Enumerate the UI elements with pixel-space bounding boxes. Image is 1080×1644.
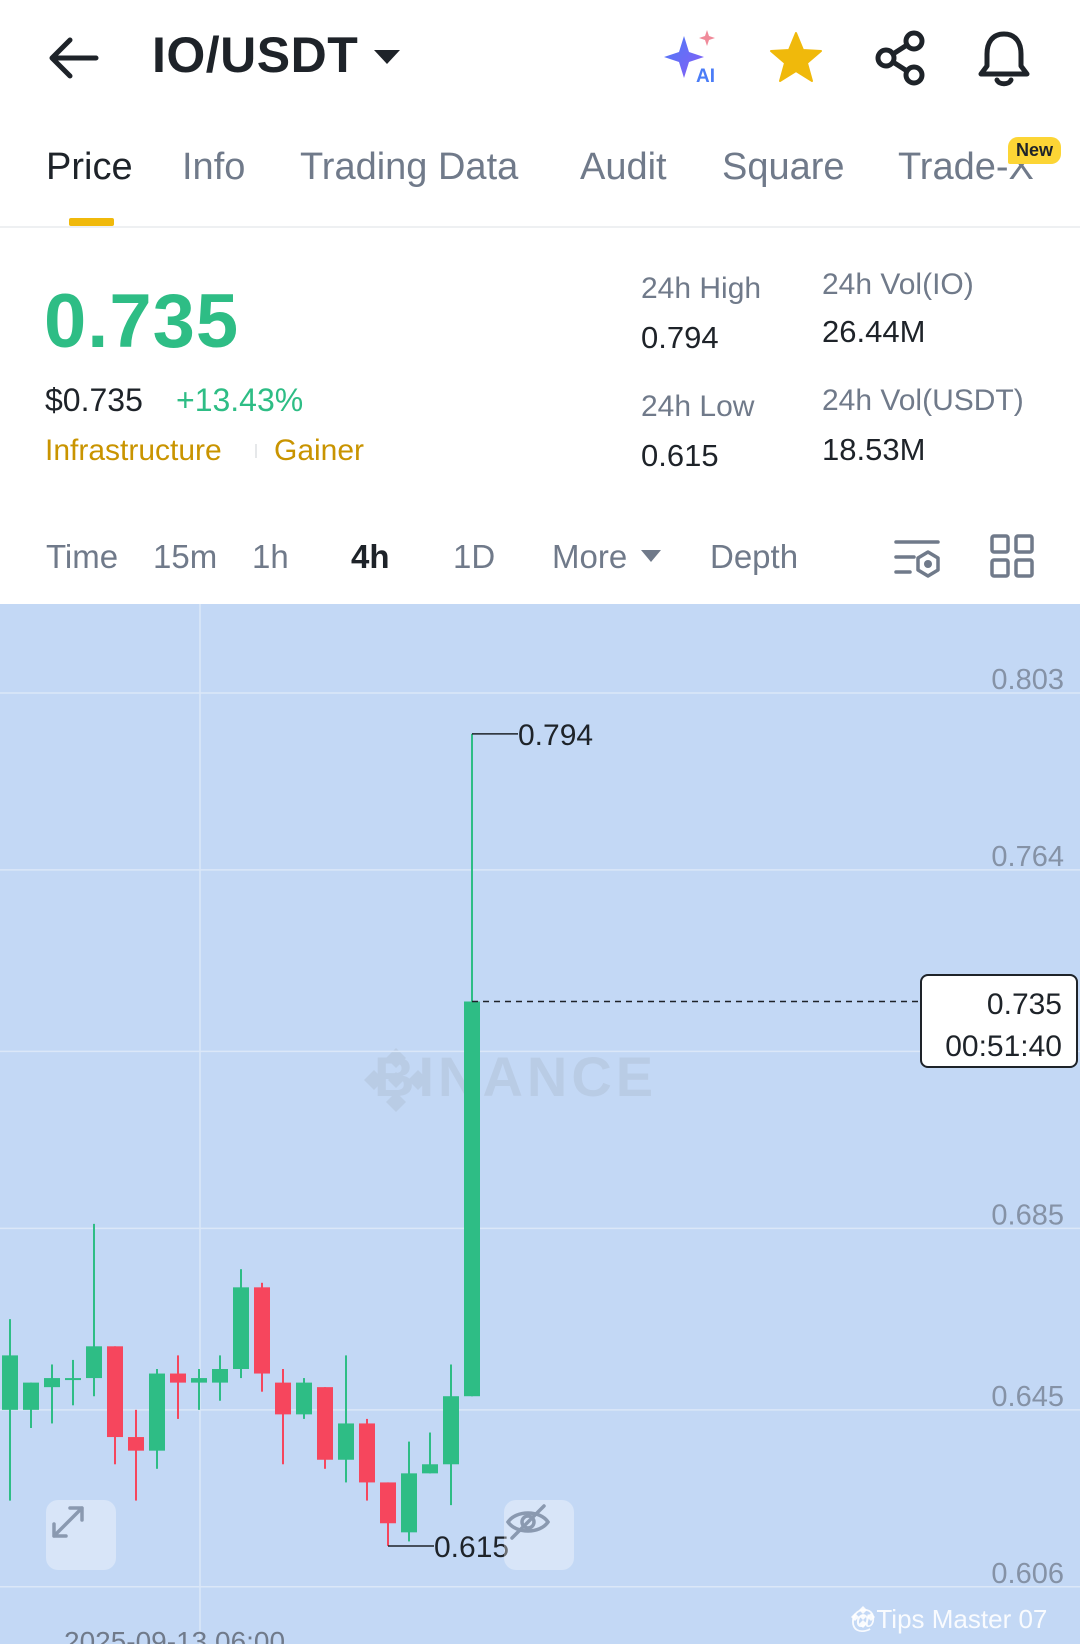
candle-body — [212, 1369, 228, 1383]
tag-gainer[interactable]: Gainer — [274, 434, 364, 468]
candle-body — [317, 1387, 333, 1460]
tab-price[interactable]: Price — [46, 146, 133, 189]
tab-trading-data[interactable]: Trading Data — [300, 146, 518, 189]
y-tick-label: 0.685 — [991, 1199, 1064, 1231]
candle-body — [233, 1287, 249, 1369]
interval-1h[interactable]: 1h — [252, 538, 289, 576]
high-marker-label: 0.794 — [518, 719, 593, 752]
fullscreen-button[interactable] — [46, 1500, 116, 1570]
expand-icon — [52, 1506, 84, 1538]
candle-body — [254, 1287, 270, 1374]
grid-layout-icon[interactable] — [982, 530, 1042, 584]
candle-body — [275, 1382, 291, 1415]
back-arrow-icon[interactable] — [44, 30, 104, 86]
low-marker-label: 0.615 — [434, 1531, 509, 1564]
author-credit: @Tips Master 07 — [850, 1604, 1047, 1635]
candlestick-chart[interactable]: BINANCE 0.8030.7640.7240.6850.6450.6060.… — [0, 604, 1080, 1644]
candle-body — [170, 1373, 186, 1383]
vol-base-value: 26.44M — [822, 314, 926, 349]
candle-body — [443, 1396, 459, 1465]
ai-sparkle-icon[interactable]: AI — [660, 26, 724, 90]
interval-time[interactable]: Time — [46, 538, 118, 576]
candle-body — [380, 1482, 396, 1524]
tab-audit[interactable]: Audit — [580, 146, 667, 189]
new-badge: New — [1008, 137, 1062, 164]
current-price-box: 0.735 00:51:40 — [920, 973, 1078, 1068]
last-price: 0.735 — [44, 279, 240, 364]
indicator-settings-icon[interactable] — [888, 530, 948, 584]
candle-body — [107, 1346, 123, 1438]
share-icon[interactable] — [868, 26, 932, 90]
tag-infrastructure[interactable]: Infrastructure — [45, 434, 222, 468]
tab-info[interactable]: Info — [182, 146, 245, 189]
time-axis-label: 2025-09-13 06:00 — [64, 1626, 286, 1644]
ai-label: AI — [696, 66, 715, 87]
tag-divider — [255, 444, 257, 458]
top-bar: IO/USDT AI — [0, 0, 1080, 115]
vol-quote-label: 24h Vol(USDT) — [822, 384, 1024, 417]
chevron-down-icon — [374, 50, 401, 64]
interval-1d[interactable]: 1D — [453, 538, 495, 576]
y-tick-label: 0.803 — [991, 664, 1064, 696]
star-icon[interactable] — [764, 26, 828, 90]
vol-base-label: 24h Vol(IO) — [822, 268, 974, 301]
candle-body — [86, 1346, 102, 1379]
candle-body — [23, 1382, 39, 1410]
hide-indicators-button[interactable] — [504, 1500, 574, 1570]
candle-body — [359, 1423, 375, 1483]
candle-body — [44, 1378, 60, 1388]
vol-quote-value: 18.53M — [822, 432, 926, 467]
interval-more-label: More — [552, 538, 628, 575]
change-percent: +13.43% — [176, 382, 304, 418]
candle-body — [2, 1355, 18, 1410]
y-tick-label: 0.645 — [991, 1381, 1064, 1413]
candle-body — [401, 1473, 417, 1533]
high-label: 24h High — [641, 272, 762, 305]
candle-countdown: 00:51:40 — [945, 1029, 1062, 1063]
low-value: 0.615 — [641, 438, 719, 473]
pair-selector[interactable]: IO/USDT — [152, 26, 401, 84]
active-tab-indicator — [69, 218, 114, 226]
credit-text: @Tips Master 07 — [850, 1604, 1048, 1634]
candle-body — [338, 1423, 354, 1460]
candle-body — [128, 1437, 144, 1451]
interval-15m[interactable]: 15m — [153, 538, 217, 576]
binance-small-icon — [851, 1606, 875, 1628]
usd-price: $0.735 — [45, 382, 143, 418]
candle-body — [65, 1378, 81, 1381]
candle-body — [422, 1464, 438, 1474]
y-tick-label: 0.606 — [991, 1558, 1064, 1590]
interval-more[interactable]: More — [552, 538, 662, 576]
high-value: 0.794 — [641, 320, 719, 355]
chart-canvas: 0.8030.7640.7240.6850.6450.6060.7940.615 — [0, 604, 1080, 1644]
bell-icon[interactable] — [972, 26, 1036, 90]
candle-body — [149, 1373, 165, 1451]
candle-body — [464, 1001, 480, 1397]
interval-depth[interactable]: Depth — [710, 538, 798, 576]
section-tabs: Price Info Trading Data Audit Square Tra… — [0, 140, 1080, 228]
candle-body — [191, 1378, 207, 1383]
y-tick-label: 0.764 — [991, 841, 1064, 873]
tab-square[interactable]: Square — [722, 146, 845, 189]
candle-body — [296, 1382, 312, 1415]
current-price-value: 0.735 — [986, 987, 1062, 1021]
low-label: 24h Low — [641, 390, 755, 423]
pair-title: IO/USDT — [152, 27, 359, 83]
caret-down-icon — [641, 550, 662, 563]
eye-off-icon — [505, 1504, 551, 1540]
interval-4h[interactable]: 4h — [351, 538, 390, 576]
